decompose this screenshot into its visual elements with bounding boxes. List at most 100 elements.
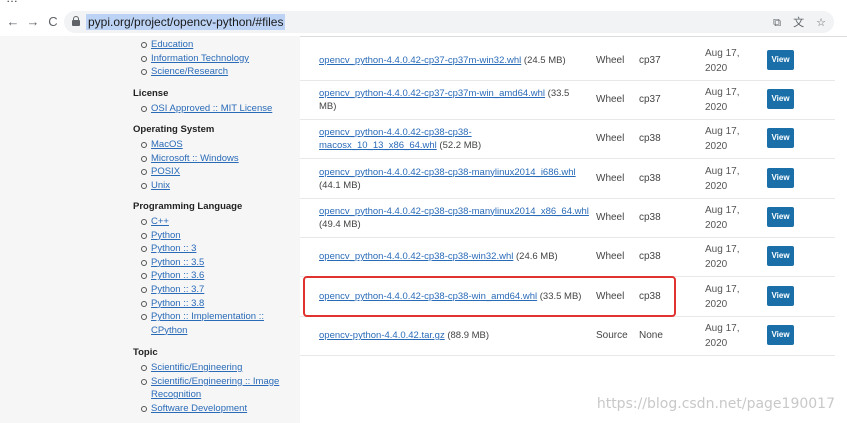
classifier-link[interactable]: Recognition — [151, 389, 201, 400]
upload-date: Aug 17, 2020 — [705, 282, 739, 312]
file-link[interactable]: opencv_python-4.4.0.42-cp37-cp37m-win_am… — [319, 88, 545, 99]
sidebar-item: Education — [141, 38, 249, 52]
sidebar-item: Scientific/Engineering :: Image — [141, 375, 279, 389]
file-size: (49.4 MB) — [319, 218, 361, 230]
table-row: opencv-python-4.4.0.42.tar.gz (88.9 MB) S… — [300, 316, 835, 356]
upload-date: Aug 17, 2020 — [705, 164, 739, 194]
sidebar-item: Python :: 3.5 — [141, 256, 264, 270]
view-hashes-button[interactable]: View — [767, 128, 794, 148]
sidebar-item: Software Development — [141, 402, 279, 416]
classifier-link[interactable]: C++ — [151, 216, 169, 227]
forward-icon[interactable]: → — [26, 14, 40, 30]
sidebar-item: Python :: 3 — [141, 242, 264, 256]
sidebar-item-continuation: CPython — [141, 324, 264, 338]
upload-date: Aug 17, 2020 — [705, 124, 739, 154]
view-hashes-button[interactable]: View — [767, 286, 794, 306]
view-hashes-button[interactable]: View — [767, 168, 794, 188]
python-version: cp38 — [639, 251, 661, 262]
python-version: cp37 — [639, 55, 661, 66]
classifier-link[interactable]: Science/Research — [151, 66, 228, 77]
back-icon[interactable]: ← — [6, 14, 20, 30]
file-link[interactable]: opencv_python-4.4.0.42-cp38-cp38-manylin… — [319, 167, 576, 178]
classifier-link[interactable]: Scientific/Engineering — [151, 362, 242, 373]
classifier-link[interactable]: POSIX — [151, 166, 180, 177]
upload-date-line2: 2020 — [705, 338, 728, 349]
table-row: opencv_python-4.4.0.42-cp37-cp37m-win32.… — [300, 41, 835, 81]
sidebar-item: OSI Approved :: MIT License — [141, 102, 272, 116]
classifier-link[interactable]: CPython — [151, 325, 187, 336]
lock-icon — [72, 16, 80, 26]
classifier-link[interactable]: Scientific/Engineering :: Image — [151, 376, 279, 387]
classifier-link[interactable]: Unix — [151, 180, 170, 191]
upload-date: Aug 17, 2020 — [705, 242, 739, 272]
file-cell: opencv_python-4.4.0.42-cp38-cp38-manylin… — [319, 159, 589, 198]
table-row: opencv_python-4.4.0.42-cp38-cp38-win32.w… — [300, 237, 835, 277]
upload-date-line2: 2020 — [705, 141, 728, 152]
file-type: Wheel — [596, 251, 625, 262]
upload-date-line1: Aug 17, — [705, 166, 740, 177]
file-link[interactable]: opencv_python-4.4.0.42-cp38-cp38-win32.w… — [319, 251, 513, 262]
classifiers-sidebar: Education Information Technology Science/R… — [0, 36, 300, 423]
python-version: cp38 — [639, 133, 661, 144]
cast-icon[interactable]: ⧉ — [773, 17, 781, 29]
sidebar-section-title: Topic — [133, 347, 158, 358]
table-row: opencv_python-4.4.0.42-cp37-cp37m-win_am… — [300, 80, 835, 120]
view-hashes-button[interactable]: View — [767, 207, 794, 227]
classifier-link[interactable]: Python :: Implementation :: — [151, 311, 264, 322]
upload-date-line2: 2020 — [705, 181, 728, 192]
sidebar-section-title: Programming Language — [133, 201, 243, 212]
upload-date-line2: 2020 — [705, 220, 728, 231]
file-link[interactable]: opencv_python-4.4.0.42-cp38-cp38-manylin… — [319, 206, 589, 217]
classifier-link[interactable]: Software Development — [151, 403, 247, 414]
view-hashes-button[interactable]: View — [767, 246, 794, 266]
sidebar-list: C++PythonPython :: 3Python :: 3.5Python … — [141, 215, 264, 337]
file-link[interactable]: opencv-python-4.4.0.42.tar.gz — [319, 330, 445, 341]
address-bar[interactable]: pypi.org/project/opencv-python/#files ⧉ … — [64, 11, 834, 33]
reload-icon[interactable]: C — [46, 14, 60, 30]
watermark: https://blog.csdn.net/page190017 — [596, 396, 835, 412]
translate-icon[interactable]: 文 — [793, 17, 804, 29]
upload-date-line2: 2020 — [705, 63, 728, 74]
sidebar-item: Unix — [141, 179, 239, 193]
view-hashes-button[interactable]: View — [767, 89, 794, 109]
upload-date-line2: 2020 — [705, 259, 728, 270]
classifier-link[interactable]: Python :: 3.6 — [151, 270, 204, 281]
sidebar-item: Scientific/Engineering — [141, 361, 279, 375]
classifier-link[interactable]: Microsoft :: Windows — [151, 153, 239, 164]
upload-date-line1: Aug 17, — [705, 48, 740, 59]
classifier-link[interactable]: Python :: 3.7 — [151, 284, 204, 295]
classifier-link[interactable]: Python :: 3 — [151, 243, 196, 254]
classifier-link[interactable]: Python — [151, 230, 181, 241]
table-row: opencv_python-4.4.0.42-cp38-cp38-manylin… — [300, 198, 835, 238]
sidebar-section-title: Operating System — [133, 124, 215, 135]
sidebar-item: Python :: 3.7 — [141, 283, 264, 297]
classifier-link[interactable]: Python :: 3.8 — [151, 298, 204, 309]
classifier-link[interactable]: Education — [151, 39, 193, 50]
sidebar-list: OSI Approved :: MIT License — [141, 102, 272, 116]
sidebar-item: Information Technology — [141, 52, 249, 66]
view-hashes-button[interactable]: View — [767, 325, 794, 345]
sidebar-item: Microsoft :: Windows — [141, 152, 239, 166]
view-hashes-button[interactable]: View — [767, 50, 794, 70]
file-type: Wheel — [596, 133, 625, 144]
file-type: Wheel — [596, 94, 625, 105]
python-version: cp38 — [639, 173, 661, 184]
classifier-link[interactable]: OSI Approved :: MIT License — [151, 103, 272, 114]
upload-date-line2: 2020 — [705, 299, 728, 310]
classifier-link[interactable]: Python :: 3.5 — [151, 257, 204, 268]
file-type: Source — [596, 330, 628, 341]
file-cell: opencv_python-4.4.0.42-cp38-cp38-win32.w… — [319, 237, 589, 276]
classifier-link[interactable]: Information Technology — [151, 53, 249, 64]
file-link[interactable]: opencv_python-4.4.0.42-cp37-cp37m-win32.… — [319, 55, 521, 66]
file-size: (44.1 MB) — [319, 179, 361, 191]
sidebar-section-title: License — [133, 88, 169, 99]
sidebar-item-continuation: Recognition — [141, 388, 279, 402]
table-row: opencv_python-4.4.0.42-cp38-cp38-macosx_… — [300, 119, 835, 159]
url-text[interactable]: pypi.org/project/opencv-python/#files — [86, 14, 286, 30]
bookmark-star-icon[interactable]: ☆ — [816, 17, 826, 29]
python-version: None — [639, 330, 663, 341]
file-cell: opencv_python-4.4.0.42-cp38-cp38-manylin… — [319, 198, 589, 237]
file-type: Wheel — [596, 173, 625, 184]
classifier-link[interactable]: MacOS — [151, 139, 183, 150]
sidebar-list: Scientific/Engineering Scientific/Enginee… — [141, 361, 279, 415]
